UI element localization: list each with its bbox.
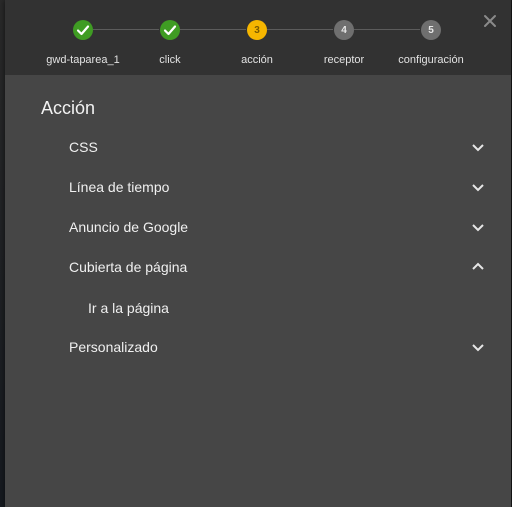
action-dialog: 3 4 5 gwd-taparea_1 click acción recepto… — [5, 0, 511, 507]
step-4-indicator[interactable]: 4 — [334, 20, 354, 40]
action-category-google-ad[interactable]: Anuncio de Google — [45, 207, 485, 247]
step-connector — [354, 29, 420, 30]
action-category-label: Línea de tiempo — [69, 179, 170, 195]
chevron-up-icon — [472, 262, 484, 270]
chevron-down-icon — [472, 224, 484, 232]
step-connector — [180, 29, 246, 30]
action-category-timeline[interactable]: Línea de tiempo — [45, 167, 485, 207]
action-category-label: Personalizado — [69, 339, 158, 355]
step-1-indicator[interactable] — [73, 20, 93, 40]
section-title: Acción — [41, 98, 96, 118]
step-connector — [93, 29, 159, 30]
step-5-label: configuración — [398, 54, 464, 66]
action-category-css[interactable]: CSS — [45, 127, 485, 167]
action-category-page-deck[interactable]: Cubierta de página — [45, 247, 485, 287]
stepper: 3 4 5 gwd-taparea_1 click acción recepto… — [5, 0, 511, 75]
action-category-label: CSS — [69, 139, 98, 155]
checkmark-icon — [76, 25, 90, 36]
close-icon — [484, 15, 496, 27]
action-go-to-page[interactable]: Ir a la página — [88, 288, 169, 328]
step-connector — [267, 29, 333, 30]
action-category-label: Anuncio de Google — [69, 219, 189, 235]
step-5-indicator[interactable]: 5 — [421, 20, 441, 40]
chevron-down-icon — [472, 184, 484, 192]
step-2-indicator[interactable] — [160, 20, 180, 40]
checkmark-icon — [163, 25, 177, 36]
chevron-down-icon — [472, 144, 484, 152]
chevron-down-icon — [472, 344, 484, 352]
close-button[interactable] — [481, 12, 499, 30]
action-category-label: Cubierta de página — [69, 259, 188, 275]
action-category-custom[interactable]: Personalizado — [45, 327, 485, 367]
step-3-indicator[interactable]: 3 — [247, 20, 267, 40]
